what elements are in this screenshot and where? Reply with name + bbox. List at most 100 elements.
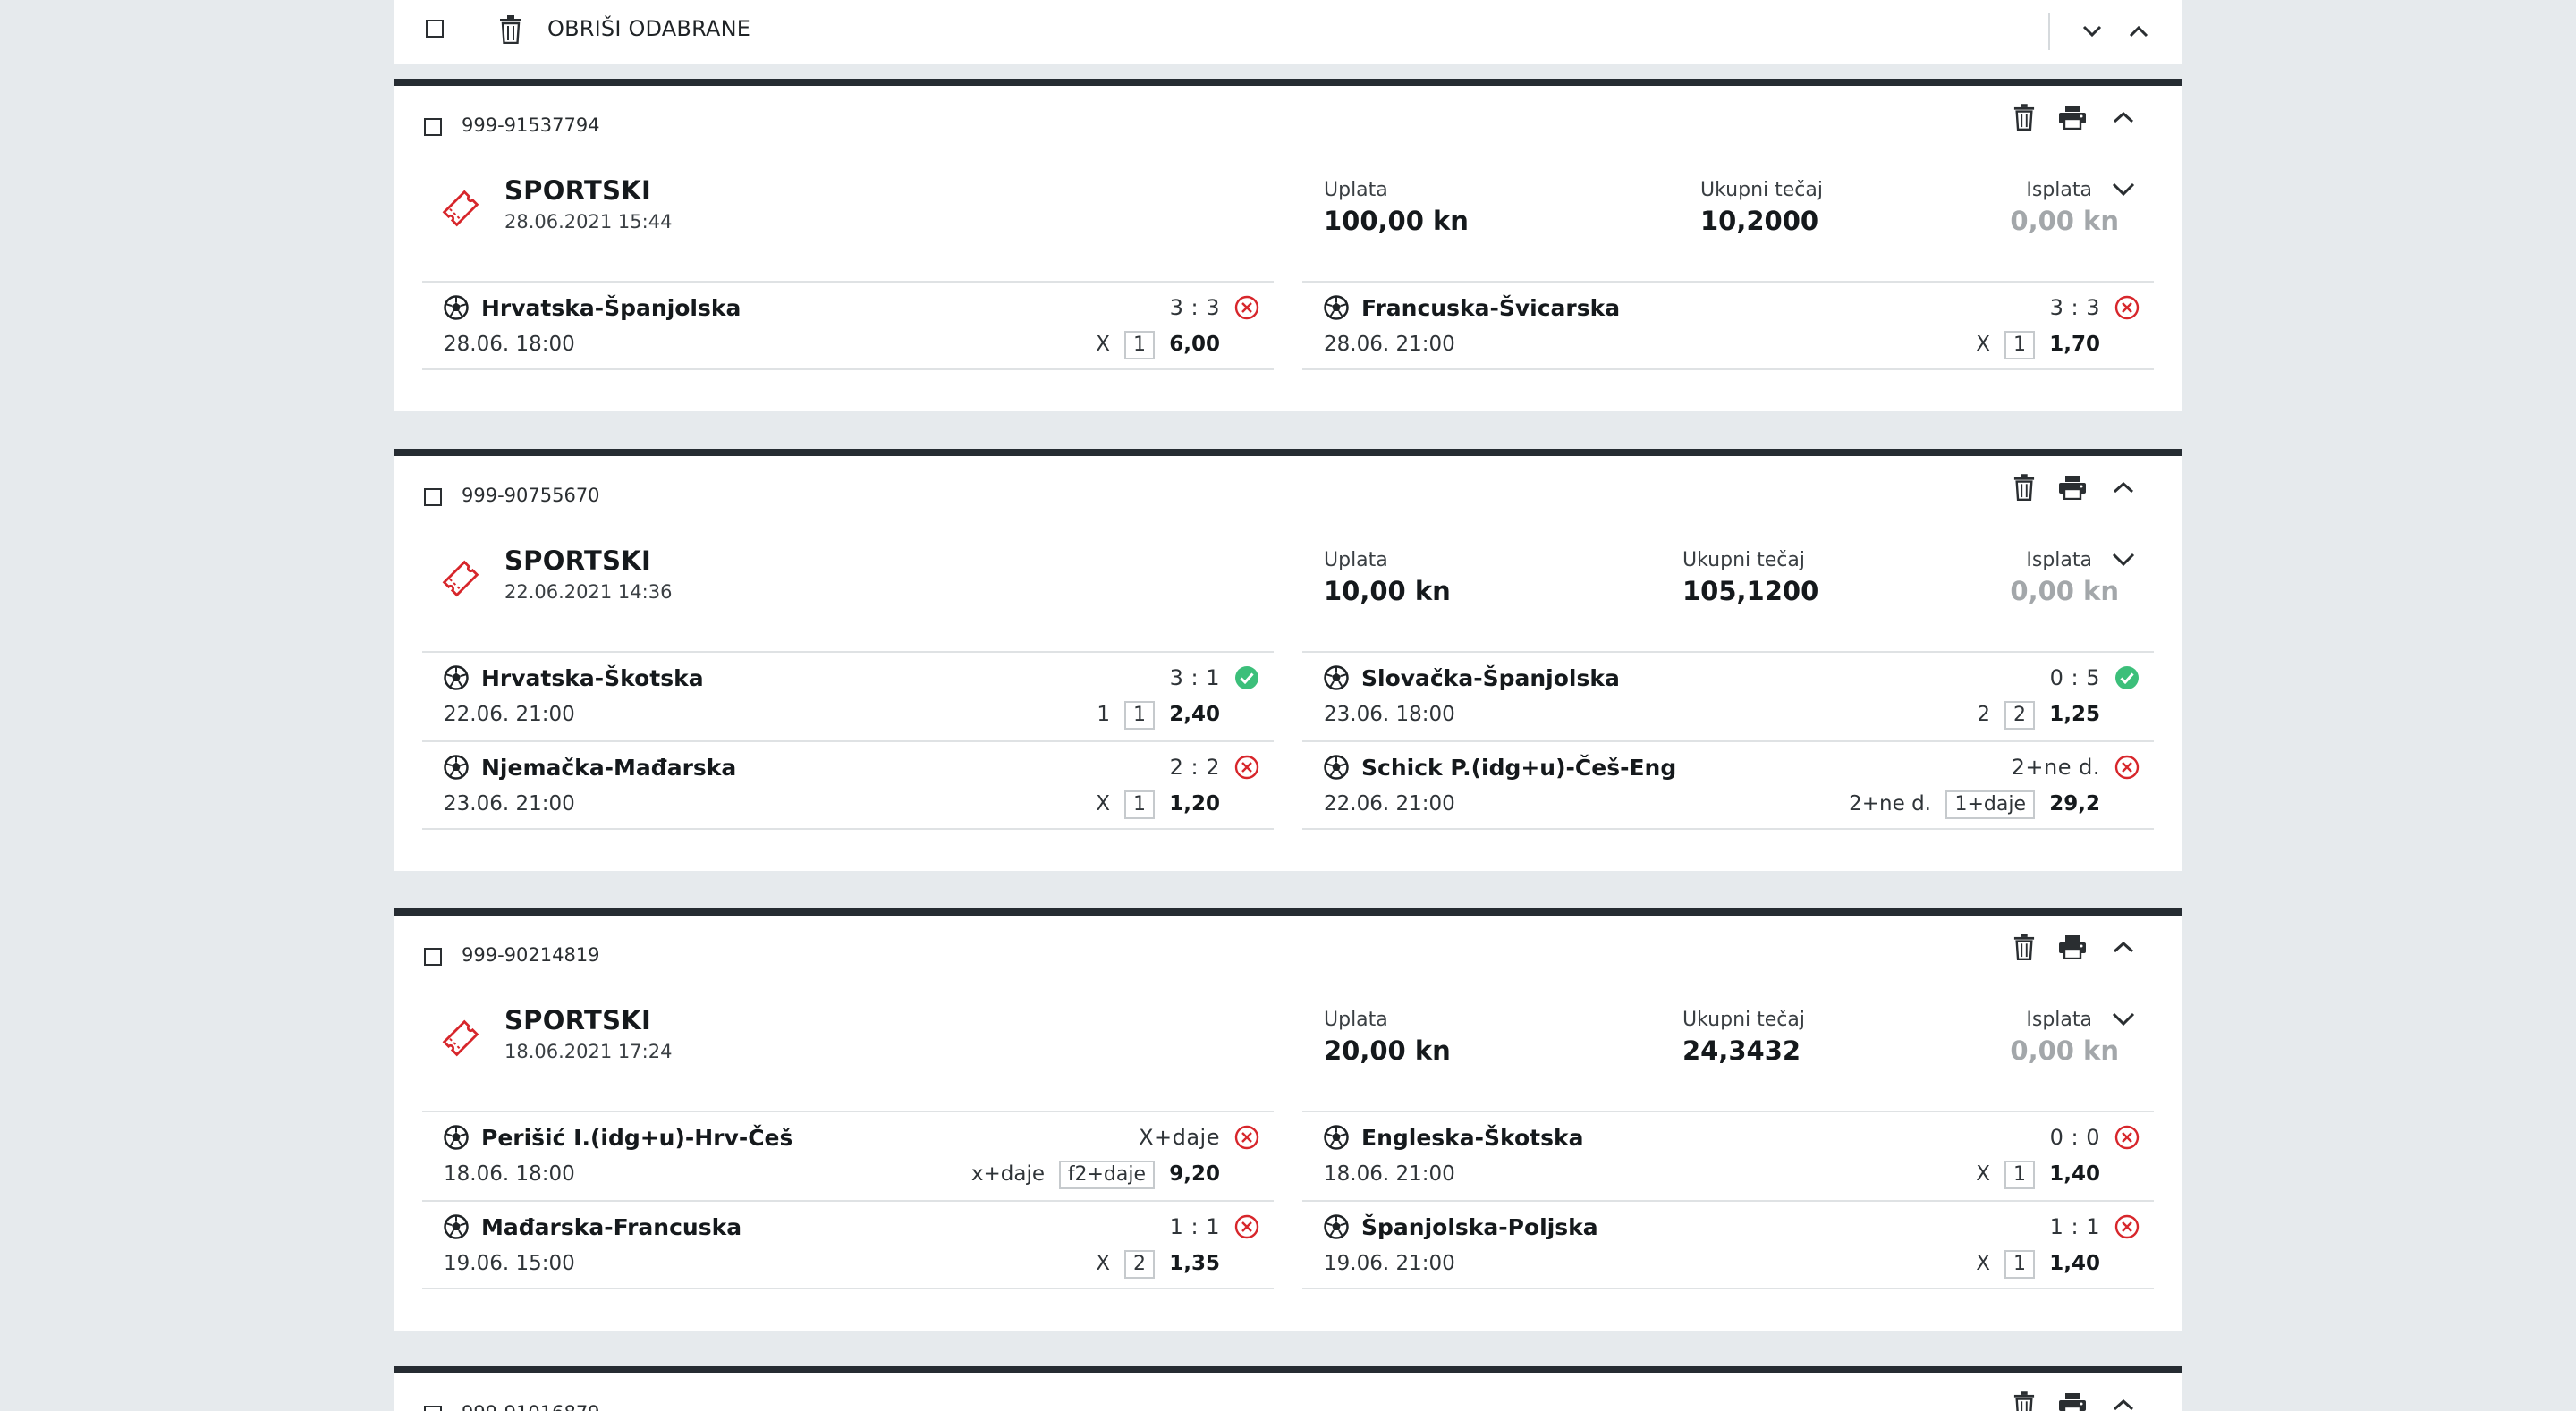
event-row[interactable]: Schick P.(idg+u)-Češ-Eng 22.06. 21:00 2+ne… [1302, 740, 2154, 830]
football-icon [1324, 665, 1349, 690]
event-time: 22.06. 21:00 [444, 703, 575, 726]
ticket-coupon-icon [436, 554, 485, 603]
print-icon[interactable] [2057, 934, 2088, 960]
chevron-up-icon[interactable] [2109, 1391, 2138, 1411]
lost-x-icon [1234, 1125, 1259, 1150]
event-time: 28.06. 21:00 [1324, 333, 1455, 356]
delete-selected-button[interactable]: OBRIŠI ODABRANE [547, 16, 750, 41]
event-score: 1 : 1 [2049, 1214, 2100, 1239]
trash-icon[interactable] [497, 14, 524, 45]
event-score: 0 : 0 [2049, 1125, 2100, 1150]
trash-icon[interactable] [2011, 932, 2038, 962]
event-time: 23.06. 18:00 [1324, 703, 1455, 726]
ticket-select-checkbox[interactable] [424, 488, 442, 506]
event-name: Engleska-Škotska [1361, 1125, 1584, 1151]
chevron-up-icon[interactable] [2109, 474, 2138, 501]
bulk-actions-bar: OBRIŠI ODABRANE [394, 0, 2182, 64]
event-score: 0 : 5 [2049, 665, 2100, 690]
event-row[interactable]: Španjolska-Poljska 19.06. 21:00 1 : 1 1,40 1… [1302, 1200, 2154, 1289]
ticket-list-panel: OBRIŠI ODABRANE 999-91537794 SPORTSKI 28.0… [394, 0, 2182, 1411]
event-time: 23.06. 21:00 [444, 792, 575, 815]
stake-value: 10,00 kn [1324, 576, 1451, 606]
football-icon [1324, 1214, 1349, 1239]
ticket-card: 999-91537794 SPORTSKI 28.06.2021 15:44 Upla… [394, 79, 2182, 411]
trash-icon[interactable] [2011, 1390, 2038, 1411]
event-row[interactable]: Mađarska-Francuska 19.06. 15:00 1 : 1 1,35 2… [422, 1200, 1274, 1289]
event-score: 2+ne d. [2011, 755, 2100, 780]
event-score: 3 : 3 [1169, 295, 1220, 320]
stake-label: Uplata [1324, 549, 1388, 571]
event-pick: 1 [1124, 701, 1155, 730]
stake-value: 20,00 kn [1324, 1035, 1451, 1066]
event-time: 22.06. 21:00 [1324, 792, 1455, 815]
payout-label: Isplata [2026, 1009, 2092, 1031]
trash-icon[interactable] [2011, 102, 2038, 132]
print-icon[interactable] [2057, 104, 2088, 131]
event-score: 3 : 3 [2049, 295, 2100, 320]
event-row[interactable]: Hrvatska-Škotska 22.06. 21:00 3 : 1 2,40 1 1 [422, 651, 1274, 740]
event-name: Slovačka-Španjolska [1361, 665, 1620, 691]
event-tip: X [1096, 1252, 1110, 1275]
chevron-up-icon[interactable] [2109, 934, 2138, 960]
event-row[interactable]: Hrvatska-Španjolska 28.06. 18:00 3 : 3 6,00… [422, 281, 1274, 370]
event-time: 28.06. 18:00 [444, 333, 575, 356]
ticket-select-checkbox[interactable] [424, 118, 442, 136]
event-tip: X [1976, 1252, 1990, 1275]
event-row[interactable]: Francuska-Švicarska 28.06. 21:00 3 : 3 1,70… [1302, 281, 2154, 370]
won-check-icon [2114, 665, 2140, 690]
event-pick: 1 [2004, 331, 2035, 359]
print-icon[interactable] [2057, 474, 2088, 501]
event-pick: 2 [1124, 1250, 1155, 1279]
event-tip: 1 [1097, 703, 1110, 726]
event-time: 19.06. 21:00 [1324, 1252, 1455, 1275]
event-pick: 1 [1124, 331, 1155, 359]
event-row[interactable]: Njemačka-Mađarska 23.06. 21:00 2 : 2 1,20 1 X [422, 740, 1274, 830]
payout-chevron-down-icon[interactable] [2111, 1009, 2136, 1030]
event-row[interactable]: Perišić I.(idg+u)-Hrv-Češ 18.06. 18:00 X+d… [422, 1111, 1274, 1200]
payout-value: 0,00 kn [2010, 206, 2119, 236]
chevron-up-icon[interactable] [2109, 104, 2138, 131]
event-odd: 1,40 [2049, 1252, 2100, 1275]
event-name: Perišić I.(idg+u)-Hrv-Češ [481, 1125, 793, 1151]
payout-label: Isplata [2026, 179, 2092, 201]
ticket-type: SPORTSKI [504, 545, 652, 576]
total-odds-value: 105,1200 [1682, 576, 1819, 606]
ticket-date: 18.06.2021 17:24 [504, 1041, 673, 1062]
total-odds-value: 10,2000 [1700, 206, 1819, 236]
event-row[interactable]: Engleska-Škotska 18.06. 21:00 0 : 0 1,40 1 X [1302, 1111, 2154, 1200]
collapse-all-chevron-up-icon[interactable] [2125, 18, 2152, 45]
event-time: 19.06. 15:00 [444, 1252, 575, 1275]
payout-chevron-down-icon[interactable] [2111, 179, 2136, 200]
event-odd: 1,70 [2049, 333, 2100, 356]
event-tip: X [1096, 792, 1110, 815]
payout-chevron-down-icon[interactable] [2111, 549, 2136, 570]
event-score: 2 : 2 [1169, 755, 1220, 780]
lost-x-icon [2114, 1214, 2140, 1239]
expand-all-chevron-down-icon[interactable] [2079, 18, 2106, 45]
event-name: Francuska-Švicarska [1361, 295, 1621, 321]
total-odds-value: 24,3432 [1682, 1035, 1801, 1066]
won-check-icon [1234, 665, 1259, 690]
event-odd: 1,35 [1169, 1252, 1220, 1275]
select-all-checkbox[interactable] [426, 20, 444, 38]
event-pick: 1+daje [1945, 790, 2035, 819]
event-tip: X [1976, 333, 1990, 356]
trash-icon[interactable] [2011, 472, 2038, 503]
ticket-select-checkbox[interactable] [424, 948, 442, 966]
event-name: Hrvatska-Škotska [481, 665, 704, 691]
print-icon[interactable] [2057, 1391, 2088, 1411]
event-tip: 2 [1977, 703, 1990, 726]
ticket-select-checkbox[interactable] [424, 1406, 442, 1411]
ticket-id: 999-91016879 [462, 1402, 600, 1411]
event-row[interactable]: Slovačka-Španjolska 23.06. 18:00 0 : 5 1,25… [1302, 651, 2154, 740]
total-odds-label: Ukupni tečaj [1700, 179, 1823, 201]
event-tip: X [1096, 333, 1110, 356]
ticket-date: 22.06.2021 14:36 [504, 581, 673, 603]
ticket-card: 999-91016879 [394, 1366, 2182, 1411]
ticket-coupon-icon [436, 184, 485, 232]
event-name: Španjolska-Poljska [1361, 1214, 1598, 1240]
event-odd: 9,20 [1169, 1162, 1220, 1186]
event-pick: 1 [2004, 1161, 2035, 1189]
event-score: X+daje [1139, 1125, 1220, 1150]
lost-x-icon [1234, 1214, 1259, 1239]
